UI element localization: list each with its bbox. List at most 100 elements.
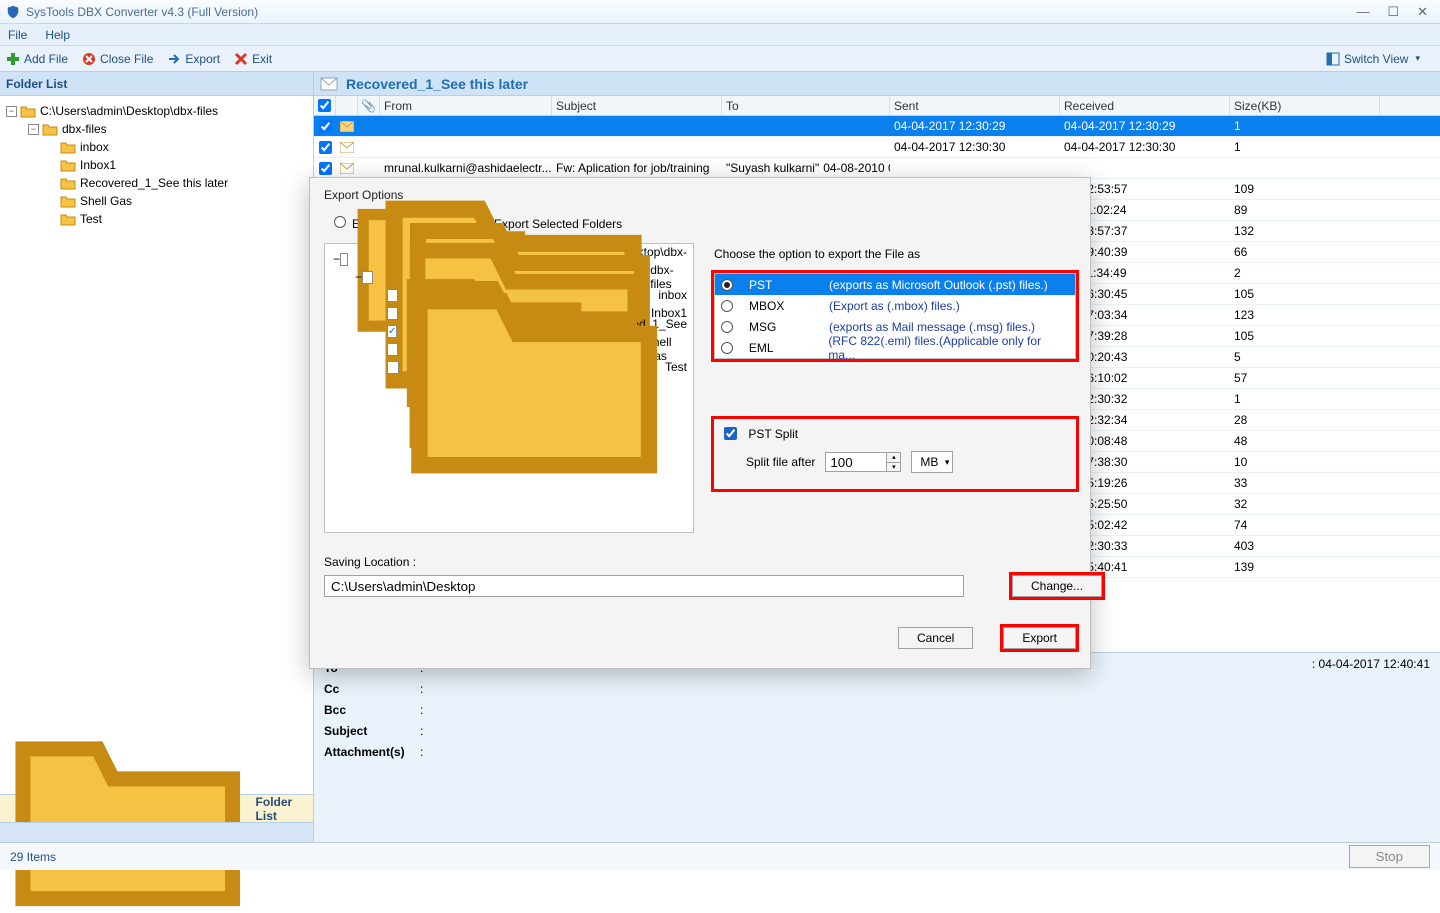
row-checkbox[interactable]: [319, 141, 332, 154]
toolbar-export[interactable]: Export: [167, 52, 220, 66]
col-subject[interactable]: Subject: [552, 96, 722, 115]
tree-checkbox[interactable]: [387, 289, 398, 302]
tree-checkbox[interactable]: [387, 325, 397, 338]
menu-file[interactable]: File: [8, 28, 27, 42]
preview-label-attachment: Attachment(s): [324, 745, 420, 759]
attachment-column-header: 📎: [358, 96, 380, 115]
format-option-eml[interactable]: EML(RFC 822(.eml) files.(Applicable only…: [715, 337, 1075, 358]
envelope-icon: [340, 163, 354, 174]
tree-collapse-icon[interactable]: −: [6, 106, 17, 117]
folder-list-header: Folder List: [0, 72, 313, 96]
folder-icon: [60, 212, 76, 226]
radio-icon: [721, 321, 733, 333]
window-minimize-button[interactable]: —: [1356, 4, 1369, 20]
tree-checkbox[interactable]: [340, 253, 348, 266]
preview-label-subject: Subject: [324, 724, 420, 738]
folder-icon: [8, 704, 248, 913]
status-item-count: 29 Items: [10, 850, 56, 864]
toolbar: Add File Close File Export Exit Switch V…: [0, 46, 1440, 72]
tree-checkbox[interactable]: [387, 343, 398, 356]
preview-date: : 04-04-2017 12:40:41: [1312, 657, 1430, 671]
col-size[interactable]: Size(KB): [1230, 96, 1380, 115]
export-options-dialog: Export Options Export All Folders Export…: [309, 177, 1091, 669]
saving-location-label: Saving Location :: [324, 555, 1076, 569]
current-folder-header: Recovered_1_See this later: [314, 72, 1440, 96]
row-checkbox[interactable]: [319, 120, 332, 133]
app-shield-icon: [6, 5, 20, 19]
tree-item[interactable]: Inbox1: [4, 156, 309, 174]
tree-root-label[interactable]: C:\Users\admin\Desktop\dbx-files: [40, 104, 218, 118]
toolbar-exit[interactable]: Exit: [234, 52, 272, 66]
toolbar-close-file[interactable]: Close File: [82, 52, 153, 66]
icon-column-header: [336, 96, 358, 115]
export-arrow-icon: [167, 52, 181, 66]
radio-icon: [721, 279, 733, 291]
tree-checkbox[interactable]: [362, 271, 373, 284]
cancel-button[interactable]: Cancel: [898, 627, 973, 649]
choose-format-label: Choose the option to export the File as: [714, 247, 1076, 261]
email-grid-header: 📎 From Subject To Sent Received Size(KB): [314, 96, 1440, 116]
window-close-button[interactable]: ✕: [1417, 4, 1428, 20]
pst-split-group: PST Split Split file after ▴▾ MB: [714, 419, 1076, 489]
envelope-icon: [340, 142, 354, 153]
pst-split-checkbox[interactable]: PST Split: [724, 427, 798, 441]
folder-open-icon: [42, 122, 58, 136]
tree-checkbox[interactable]: [387, 307, 398, 320]
tree-checkbox[interactable]: [387, 361, 399, 374]
export-folder-tree[interactable]: − C:\Users\admin\Desktop\dbx-files − dbx…: [324, 243, 694, 533]
toolbar-add-file[interactable]: Add File: [6, 52, 68, 66]
export-button[interactable]: Export: [1003, 627, 1076, 649]
col-to[interactable]: To: [722, 96, 890, 115]
tree-collapse-icon[interactable]: −: [355, 270, 362, 284]
stop-button[interactable]: Stop: [1349, 845, 1430, 868]
plus-icon: [6, 52, 20, 66]
format-option-pst[interactable]: PST(exports as Microsoft Outlook (.pst) …: [715, 274, 1075, 295]
current-folder-name: Recovered_1_See this later: [346, 76, 528, 92]
window-maximize-button[interactable]: ☐: [1387, 4, 1399, 20]
table-row[interactable]: 04-04-2017 12:30:3004-04-2017 12:30:301: [314, 137, 1440, 158]
folder-open-icon: [20, 104, 36, 118]
radio-icon: [721, 300, 733, 312]
select-all-checkbox[interactable]: [318, 99, 331, 112]
close-circle-icon: [82, 52, 96, 66]
chevron-down-icon: ▾: [1415, 53, 1420, 64]
menu-help[interactable]: Help: [45, 28, 70, 42]
tree-collapse-icon[interactable]: −: [333, 252, 340, 266]
col-from[interactable]: From: [380, 96, 552, 115]
export-format-list[interactable]: PST(exports as Microsoft Outlook (.pst) …: [714, 273, 1076, 359]
folder-tree[interactable]: − C:\Users\admin\Desktop\dbx-files − dbx…: [0, 96, 313, 794]
format-option-mbox[interactable]: MBOX(Export as (.mbox) files.): [715, 295, 1075, 316]
window-title: SysTools DBX Converter v4.3 (Full Versio…: [26, 5, 1356, 19]
saving-location-input[interactable]: [324, 575, 964, 597]
layout-icon: [1326, 52, 1340, 66]
tree-item[interactable]: Shell Gas: [4, 192, 309, 210]
folder-icon: [403, 252, 665, 482]
split-after-label: Split file after: [746, 455, 815, 469]
tree-item[interactable]: Test: [4, 210, 309, 228]
col-sent[interactable]: Sent: [890, 96, 1060, 115]
split-unit-select[interactable]: MB: [911, 451, 953, 473]
left-panel: Folder List − C:\Users\admin\Desktop\dbx…: [0, 72, 314, 842]
folder-icon: [60, 176, 76, 190]
folder-icon: [60, 194, 76, 208]
row-checkbox[interactable]: [319, 162, 332, 175]
tree-item-label[interactable]: dbx-files: [62, 122, 107, 136]
folder-list-tab[interactable]: Folder List: [0, 794, 313, 822]
envelope-icon: [320, 77, 338, 91]
toolbar-switch-view[interactable]: Switch View ▾: [1326, 52, 1420, 66]
radio-icon: [721, 342, 733, 354]
preview-label-cc: Cc: [324, 682, 420, 696]
tree-item[interactable]: Recovered_1_See this later: [4, 174, 309, 192]
folder-icon: [60, 140, 76, 154]
tree-item[interactable]: inbox: [4, 138, 309, 156]
split-size-spinner[interactable]: ▴▾: [887, 452, 901, 472]
left-bottom-strip: [0, 822, 313, 842]
change-button[interactable]: Change...: [1012, 575, 1102, 597]
folder-icon: [60, 158, 76, 172]
preview-pane: : 04-04-2017 12:40:41 To: Cc: Bcc: Subje…: [314, 652, 1440, 842]
table-row[interactable]: 04-04-2017 12:30:2904-04-2017 12:30:291: [314, 116, 1440, 137]
menu-bar: File Help: [0, 24, 1440, 46]
split-size-input[interactable]: [825, 452, 887, 472]
col-received[interactable]: Received: [1060, 96, 1230, 115]
tree-collapse-icon[interactable]: −: [28, 124, 39, 135]
